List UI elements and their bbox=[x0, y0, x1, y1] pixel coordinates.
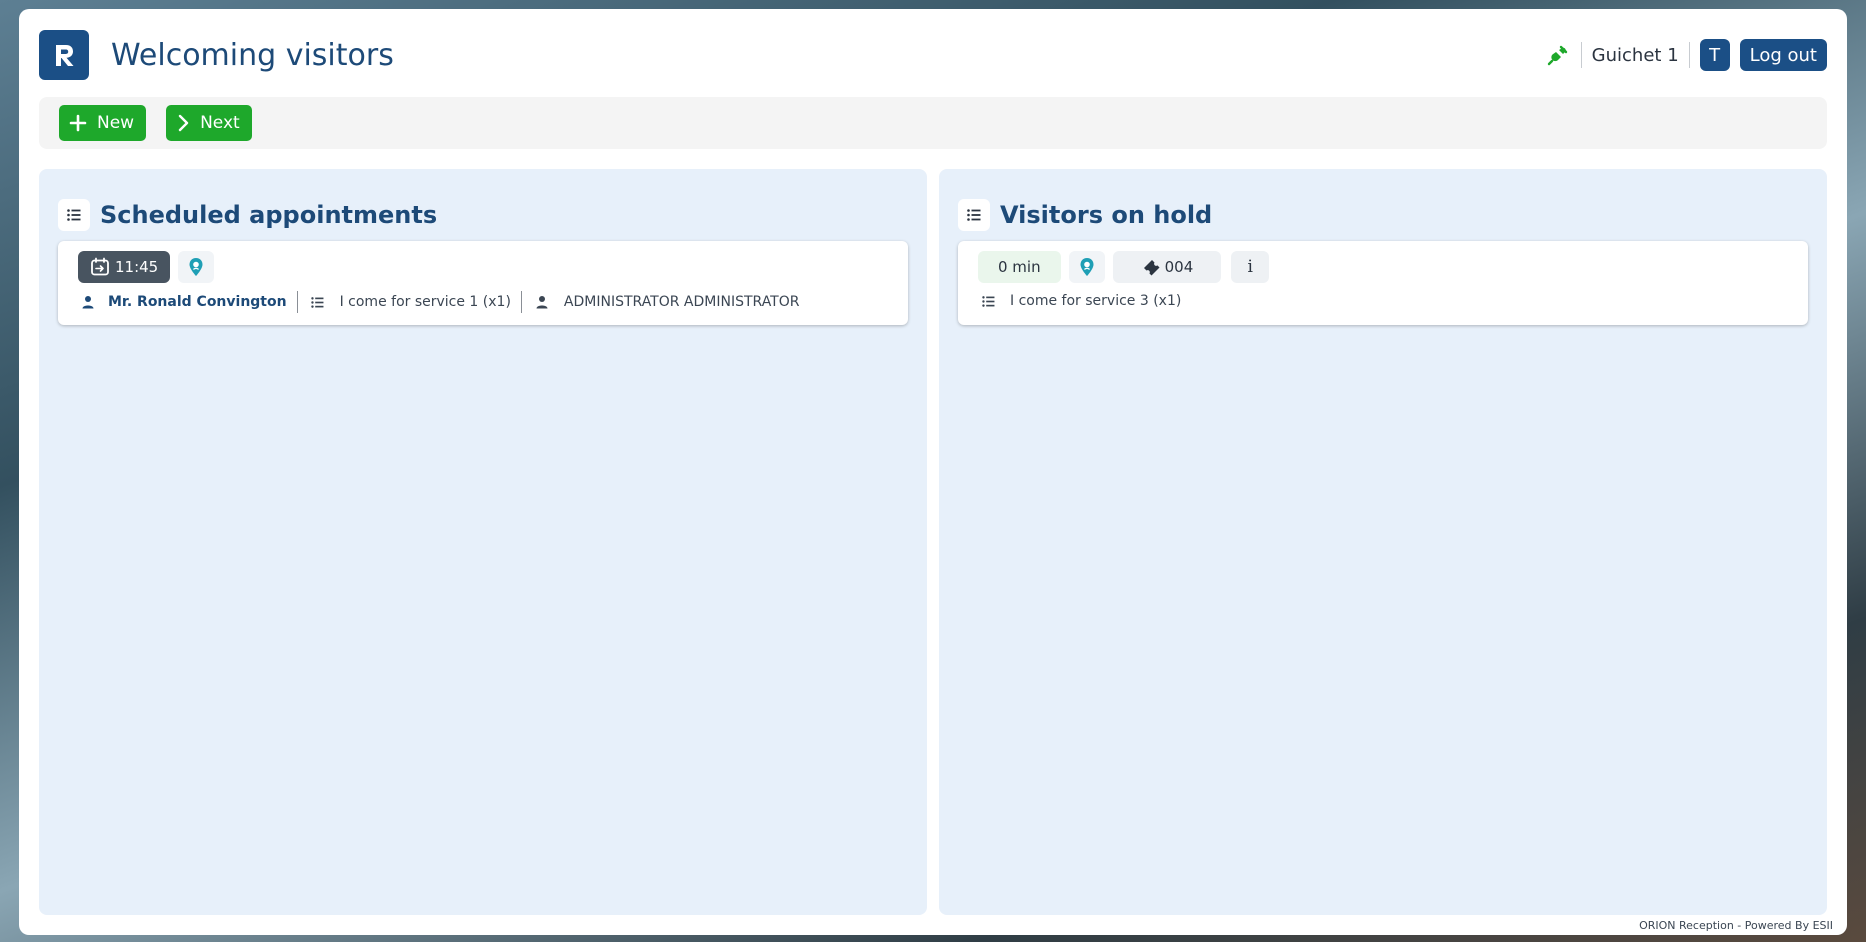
appointment-time: 11:45 bbox=[115, 258, 159, 276]
visitor-card[interactable]: 0 min 004 i I come for service 3 (x1) bbox=[958, 241, 1808, 325]
appointment-service: I come for service 1 (x1) bbox=[339, 294, 511, 310]
info-icon[interactable]: i bbox=[1231, 251, 1270, 283]
detail-divider bbox=[520, 291, 522, 313]
visitor-name[interactable]: Mr. Ronald Convington bbox=[108, 294, 287, 310]
header-actions: Guichet 1 T Log out bbox=[1545, 39, 1827, 71]
panel-header: Visitors on hold bbox=[958, 199, 1212, 231]
plug-connected-icon[interactable] bbox=[1545, 42, 1571, 68]
list-icon bbox=[958, 199, 990, 231]
appointment-time-badge[interactable]: 11:45 bbox=[78, 251, 171, 283]
appointment-chips: 11:45 bbox=[78, 251, 215, 283]
visitor-service: I come for service 3 (x1) bbox=[1010, 293, 1182, 309]
app-logo[interactable] bbox=[39, 30, 89, 80]
visitors-on-hold-panel: Visitors on hold 0 min 004 i I come for … bbox=[939, 169, 1827, 915]
detail-divider bbox=[296, 291, 298, 313]
header-divider bbox=[1688, 42, 1690, 68]
footer-credit: ORION Reception - Powered By ESII bbox=[1639, 919, 1833, 932]
action-toolbar: New Next bbox=[39, 97, 1827, 149]
location-pin-icon[interactable] bbox=[178, 251, 215, 283]
user-icon bbox=[78, 292, 98, 312]
panel-header: Scheduled appointments bbox=[58, 199, 437, 231]
user-avatar[interactable]: T bbox=[1699, 39, 1730, 71]
appointment-agent: ADMINISTRATOR ADMINISTRATOR bbox=[563, 294, 800, 310]
new-button-label: New bbox=[97, 113, 135, 133]
appointment-card[interactable]: 11:45 Mr. Ronald Convington I come for s… bbox=[58, 241, 908, 325]
list-icon bbox=[58, 199, 90, 231]
counter-label: Guichet 1 bbox=[1591, 44, 1679, 66]
plus-icon bbox=[69, 114, 87, 132]
next-button[interactable]: Next bbox=[166, 105, 252, 141]
list-icon bbox=[308, 292, 328, 312]
logout-button[interactable]: Log out bbox=[1739, 39, 1827, 71]
next-button-label: Next bbox=[200, 113, 240, 133]
page-title: Welcoming visitors bbox=[111, 37, 394, 73]
appointment-details: Mr. Ronald Convington I come for service… bbox=[78, 291, 799, 313]
panel-title: Visitors on hold bbox=[1000, 201, 1213, 229]
location-pin-icon[interactable] bbox=[1068, 251, 1105, 283]
new-button[interactable]: New bbox=[59, 105, 147, 141]
app-header: Welcoming visitors Guichet 1 T Log out bbox=[39, 29, 1827, 81]
panel-title: Scheduled appointments bbox=[100, 201, 438, 229]
user-icon bbox=[532, 292, 552, 312]
waiting-time-badge: 0 min bbox=[978, 251, 1061, 283]
visitor-chips: 0 min 004 i bbox=[978, 251, 1270, 283]
list-icon bbox=[978, 291, 998, 311]
logo-r-icon bbox=[56, 45, 74, 66]
ticket-number: 004 bbox=[1164, 258, 1194, 276]
header-divider bbox=[1580, 42, 1582, 68]
scheduled-appointments-panel: Scheduled appointments 11:45 Mr. Ronald … bbox=[39, 169, 927, 915]
calendar-arrow-icon bbox=[91, 257, 109, 276]
app-window: Welcoming visitors Guichet 1 T Log out N bbox=[19, 9, 1847, 935]
ticket-icon bbox=[1143, 260, 1160, 276]
chevron-right-icon bbox=[178, 114, 189, 132]
ticket-number-badge[interactable]: 004 bbox=[1112, 251, 1222, 283]
visitor-details: I come for service 3 (x1) bbox=[978, 291, 1181, 311]
